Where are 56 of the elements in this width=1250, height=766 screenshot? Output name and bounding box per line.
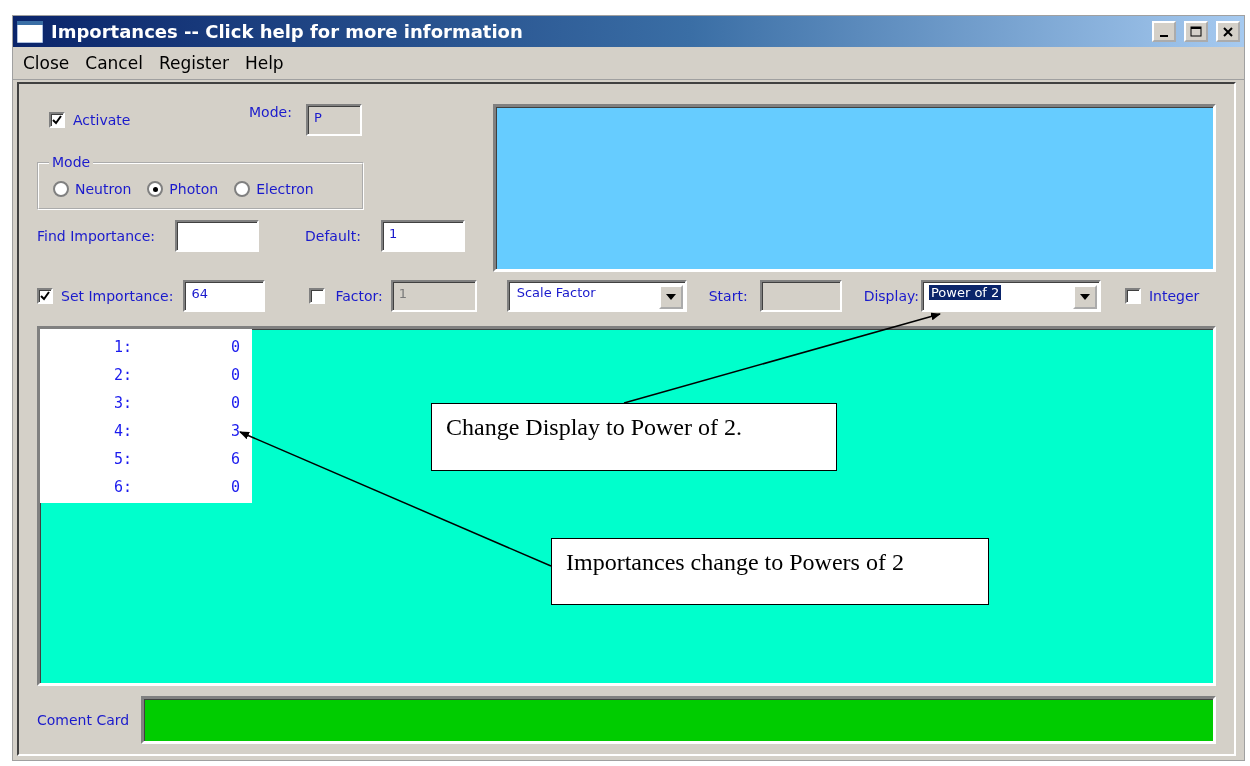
cell-value: 6 xyxy=(230,449,240,470)
cell-index: 4: xyxy=(113,421,132,442)
cell-value: 0 xyxy=(230,365,240,386)
radio-button[interactable] xyxy=(234,181,251,197)
caret-icon xyxy=(665,293,676,300)
menu-item[interactable]: Cancel xyxy=(79,51,149,75)
radio-label: Electron xyxy=(256,181,314,197)
find-importance-label: Find Importance: xyxy=(37,228,157,244)
radio-button[interactable] xyxy=(53,181,69,197)
mode-field[interactable]: P xyxy=(305,104,362,136)
start-label: Start: xyxy=(708,288,748,304)
display-select[interactable]: Power of 2 xyxy=(920,280,1101,312)
default-label: Default: xyxy=(305,228,362,244)
window-icon xyxy=(17,20,43,43)
cell-index: 2: xyxy=(113,365,132,386)
start-field[interactable] xyxy=(759,280,842,312)
minimize-icon xyxy=(1160,34,1168,37)
default-field[interactable]: 1 xyxy=(381,220,465,252)
set-importance-label: Set Importance: xyxy=(61,288,174,304)
close-button[interactable] xyxy=(1216,21,1240,42)
cell-index: 5: xyxy=(113,449,132,470)
radio-label: Photon xyxy=(169,181,219,197)
callout-note: Change Display to Power of 2. xyxy=(431,403,837,471)
close-icon xyxy=(1223,26,1233,37)
menu-item[interactable]: Close xyxy=(17,51,76,75)
cell-value: 0 xyxy=(230,477,240,498)
minimize-button[interactable] xyxy=(1152,21,1176,42)
menu-item[interactable]: Help xyxy=(238,51,290,75)
cell-value: 0 xyxy=(230,337,240,358)
mode-group-title: Mode xyxy=(49,154,94,170)
comment-card-label: Coment Card xyxy=(37,712,130,728)
comment-card-field[interactable] xyxy=(141,696,1216,744)
factor-label: Factor: xyxy=(335,288,383,304)
window-title: Importances -- Click help for more information xyxy=(51,21,524,42)
set-importance-checkbox[interactable] xyxy=(37,288,53,304)
caret-icon xyxy=(1079,293,1090,300)
mode-label: Mode: xyxy=(249,104,292,120)
activate-label: Activate xyxy=(73,112,131,128)
scale-factor-select[interactable]: Scale Factor xyxy=(506,280,687,312)
cell-index: 6: xyxy=(113,477,132,498)
set-importance-field[interactable]: 64 xyxy=(183,280,266,312)
display-label: Display: xyxy=(863,288,919,304)
menu-item[interactable]: Register xyxy=(152,51,235,75)
radio-label: Neutron xyxy=(75,181,132,197)
integer-checkbox[interactable] xyxy=(1124,288,1141,304)
cell-index: 3: xyxy=(113,393,132,414)
callout-note: Importances change to Powers of 2 xyxy=(551,538,989,605)
cell-value: 3 xyxy=(230,421,240,442)
cell-index: 1: xyxy=(113,337,132,358)
cell-value: 0 xyxy=(230,393,240,414)
radio-button[interactable] xyxy=(147,181,164,197)
maximize-icon xyxy=(1190,26,1202,37)
activate-checkbox[interactable] xyxy=(49,112,65,128)
maximize-button[interactable] xyxy=(1184,21,1208,42)
integer-label: Integer xyxy=(1148,288,1200,304)
find-importance-field[interactable] xyxy=(175,220,259,252)
